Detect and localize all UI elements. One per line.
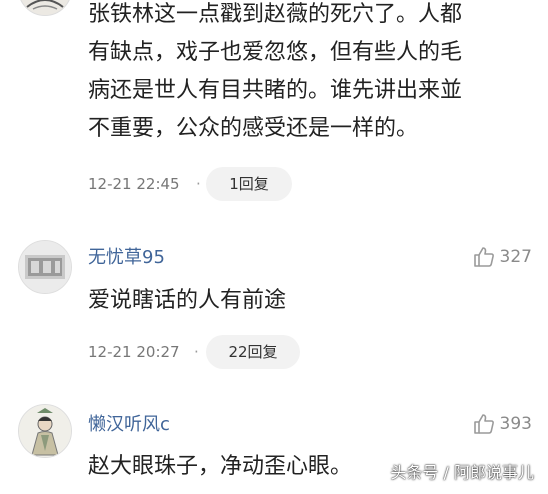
thumbs-up-icon [473, 247, 494, 267]
reply-button[interactable]: 22回复 [206, 335, 300, 369]
avatar-image [19, 405, 71, 457]
avatar-image [19, 0, 71, 15]
avatar[interactable] [18, 404, 72, 458]
comment-line: 有缺点，戏子也爱忽悠，但有些人的毛 [88, 40, 463, 65]
comment-line: 病还是世人有目共睹的。谁先讲出来並 [88, 78, 463, 103]
comment-timestamp: 12-21 22:45 [88, 175, 180, 193]
like-button[interactable]: 327 [472, 245, 532, 269]
like-count: 327 [499, 247, 532, 267]
comment-line: 张铁林这一点戳到赵薇的死穴了。人都 [88, 2, 463, 27]
avatar[interactable] [18, 0, 72, 16]
like-button[interactable]: 393 [472, 412, 532, 436]
comment-username[interactable]: 懒汉听风c [88, 413, 170, 437]
meta-separator: · [194, 343, 199, 361]
reply-button[interactable]: 1回复 [206, 167, 292, 201]
meta-separator: · [196, 175, 201, 193]
comment-line: 爱说瞎话的人有前途 [88, 288, 287, 313]
watermark: 头条号 / 阿郎说事儿 [390, 463, 534, 482]
comment-timestamp: 12-21 20:27 [88, 343, 180, 361]
like-count: 393 [499, 414, 532, 434]
comment-text: 张铁林这一点戳到赵薇的死穴了。人都 有缺点，戏子也爱忽悠，但有些人的毛 病还是世… [88, 0, 528, 148]
comment-line: 赵大眼珠子，净动歪心眼。 [88, 454, 353, 479]
thumbs-up-icon [473, 414, 494, 434]
avatar-image [19, 241, 71, 293]
comment-text: 爱说瞎话的人有前途 [88, 282, 528, 320]
avatar[interactable] [18, 240, 72, 294]
comment-username[interactable]: 无忧草95 [88, 246, 165, 270]
comment-line: 不重要，公众的感受还是一样的。 [88, 116, 419, 141]
